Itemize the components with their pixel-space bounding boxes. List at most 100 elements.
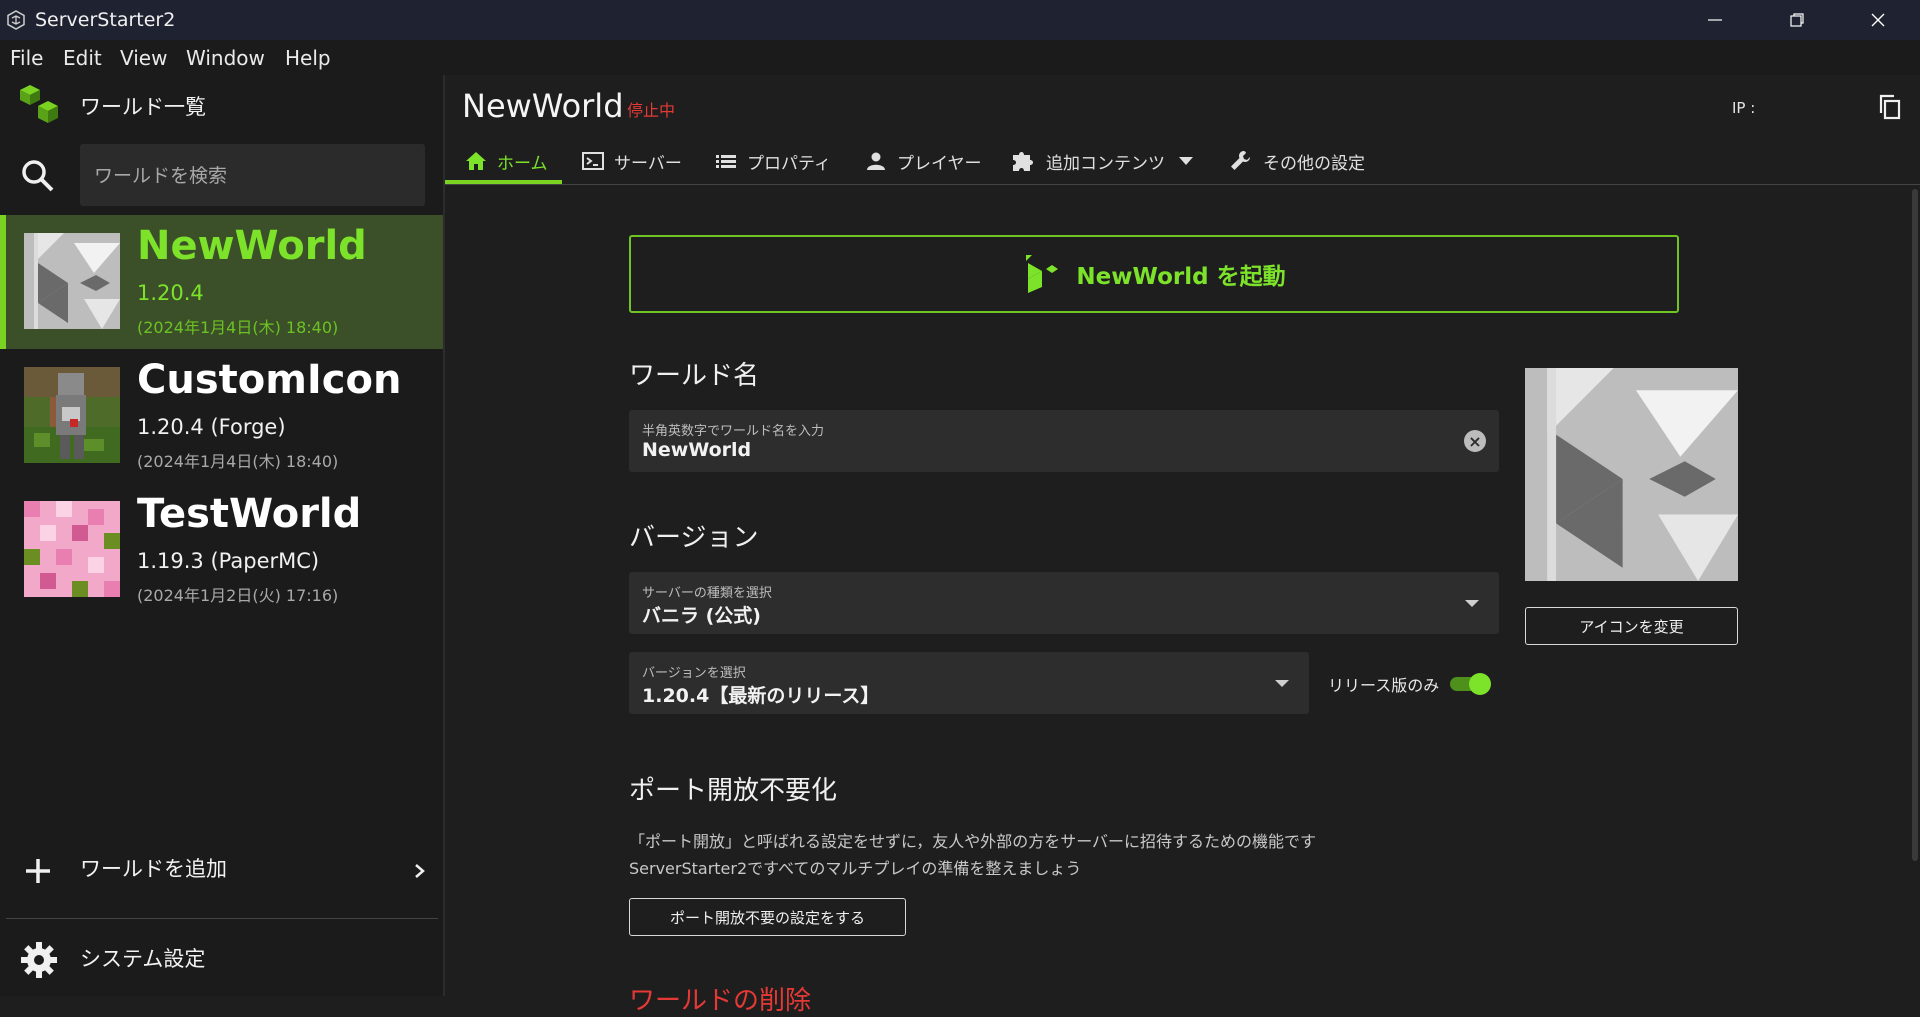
selection-indicator [0,215,6,349]
list-icon [716,155,736,168]
wrench-icon [1231,151,1250,170]
world-thumbnail [24,233,120,329]
chevron-right-icon [415,864,425,878]
menu-view[interactable]: View [120,46,167,70]
sidebar-divider [6,918,438,919]
menu-help[interactable]: Help [285,46,331,70]
vertical-scrollbar[interactable] [1910,185,1920,996]
puzzle-icon [1013,152,1033,171]
status-badge: 停止中 [627,101,676,120]
add-world-label: ワールドを追加 [80,857,227,881]
close-button[interactable] [1838,0,1918,40]
port-description-line1: 「ポート開放」と呼ばれる設定をせずに，友人や外部の方をサーバーに招待するための機… [629,832,1317,851]
world-icon-preview [1525,368,1738,581]
server-type-label: サーバーの種類を選択 [642,586,772,601]
world-search-box[interactable] [80,144,425,206]
version-select-label: バージョンを選択 [642,666,746,681]
system-settings-label: システム設定 [80,947,206,971]
tab-label: その他の設定 [1263,153,1365,174]
tab-home[interactable]: ホーム [465,139,548,183]
version-select-value: 1.20.4【最新のリリース】 [642,685,880,707]
restore-icon [1790,13,1804,27]
world-date: (2024年1月4日(木) 18:40) [137,452,339,471]
world-item-customicon[interactable]: CustomIcon 1.20.4 (Forge) (2024年1月4日(木) … [0,349,443,483]
world-thumbnail [24,367,120,463]
tab-bar: ホーム サーバー プロパティ プレイヤー 追加コンテンツ その他の設定 [445,139,1920,185]
toggle-knob [1469,673,1491,695]
port-section-title: ポート開放不要化 [629,776,838,806]
caret-down-icon [1179,157,1193,165]
tab-label: 追加コンテンツ [1046,153,1165,174]
change-icon-button[interactable]: アイコンを変更 [1525,607,1738,645]
world-name-field[interactable]: 半角英数字でワールド名を入力 × [629,410,1499,472]
blocks-logo-icon [20,85,58,123]
tab-players[interactable]: プレイヤー [865,139,982,183]
world-name: TestWorld [137,491,362,537]
page-title: NewWorld [462,87,624,125]
tab-server[interactable]: サーバー [582,139,682,183]
home-icon [466,152,486,170]
tab-addons[interactable]: 追加コンテンツ [1010,139,1193,183]
server-type-value: バニラ (公式) [642,605,761,627]
close-icon [1871,13,1885,27]
port-setup-button[interactable]: ポート開放不要の設定をする [629,898,906,936]
tab-other-settings[interactable]: その他の設定 [1229,139,1365,183]
world-item-newworld[interactable]: NewWorld 1.20.4 (2024年1月4日(木) 18:40) [0,215,443,349]
world-version: 1.19.3 (PaperMC) [137,549,320,573]
version-select[interactable]: バージョンを選択 1.20.4【最新のリリース】 [629,652,1309,714]
tab-label: プレイヤー [897,153,982,174]
window-title: ServerStarter2 [35,9,176,31]
tab-label: プロパティ [747,153,831,174]
tab-label: サーバー [614,153,682,174]
world-name: NewWorld [137,223,367,269]
release-only-label: リリース版のみ [1328,676,1440,695]
gear-icon [21,942,57,978]
version-section-title: バージョン [629,523,759,553]
world-date: (2024年1月4日(木) 18:40) [137,318,339,337]
ip-label: IP : [1732,99,1756,117]
app-logo-icon [7,10,25,30]
menu-file[interactable]: File [10,46,43,70]
copy-icon[interactable] [1878,94,1902,120]
tab-properties[interactable]: プロパティ [715,139,831,183]
port-description-line2: ServerStarter2ですべてのマルチプレイの準備を整えましょう [629,859,1082,878]
world-name-input[interactable] [642,439,1422,461]
title-bar: ServerStarter2 [0,0,1920,40]
scrollbar-thumb[interactable] [1912,189,1918,861]
world-list-label: ワールド一覧 [80,95,206,119]
release-only-toggle[interactable] [1450,672,1491,695]
world-item-testworld[interactable]: TestWorld 1.19.3 (PaperMC) (2024年1月2日(火)… [0,483,443,617]
world-name-field-label: 半角英数字でワールド名を入力 [642,424,825,439]
world-thumbnail [24,501,120,597]
dropdown-arrow-icon [1275,680,1289,687]
terminal-icon [582,152,604,170]
delete-world-section-title: ワールドの削除 [629,986,812,1016]
main-panel: NewWorld 停止中 IP : ホーム サーバー プロパティ プレイヤー 追… [445,75,1920,1016]
sidebar: ワールド一覧 NewWorld 1.20.4 (2024年1月4日(木) 18:… [0,75,445,996]
restore-button[interactable] [1757,0,1837,40]
menu-edit[interactable]: Edit [63,46,102,70]
add-world-button[interactable]: ワールドを追加 [0,839,443,899]
tab-label: ホーム [497,153,548,174]
world-name-section-title: ワールド名 [629,361,760,391]
plus-icon [26,859,50,883]
menu-window[interactable]: Window [186,46,265,70]
active-tab-indicator [445,180,562,184]
launch-world-button[interactable]: NewWorld を起動 [629,235,1679,313]
system-settings-button[interactable]: システム設定 [0,921,443,991]
world-search-input[interactable] [92,162,416,190]
dropdown-arrow-icon [1465,600,1479,607]
world-date: (2024年1月2日(火) 17:16) [137,586,339,605]
world-name: CustomIcon [137,357,402,403]
clear-icon[interactable]: × [1464,430,1486,452]
launch-world-label: NewWorld を起動 [1076,264,1286,290]
launch-logo-icon [1026,255,1059,293]
person-icon [867,152,885,170]
server-type-select[interactable]: サーバーの種類を選択 バニラ (公式) [629,572,1499,634]
world-version: 1.20.4 (Forge) [137,415,286,439]
minimize-button[interactable] [1675,0,1755,40]
menu-bar: File Edit View Window Help [0,40,1920,75]
minimize-icon [1708,19,1722,21]
world-version: 1.20.4 [137,281,204,305]
search-icon [22,160,54,192]
